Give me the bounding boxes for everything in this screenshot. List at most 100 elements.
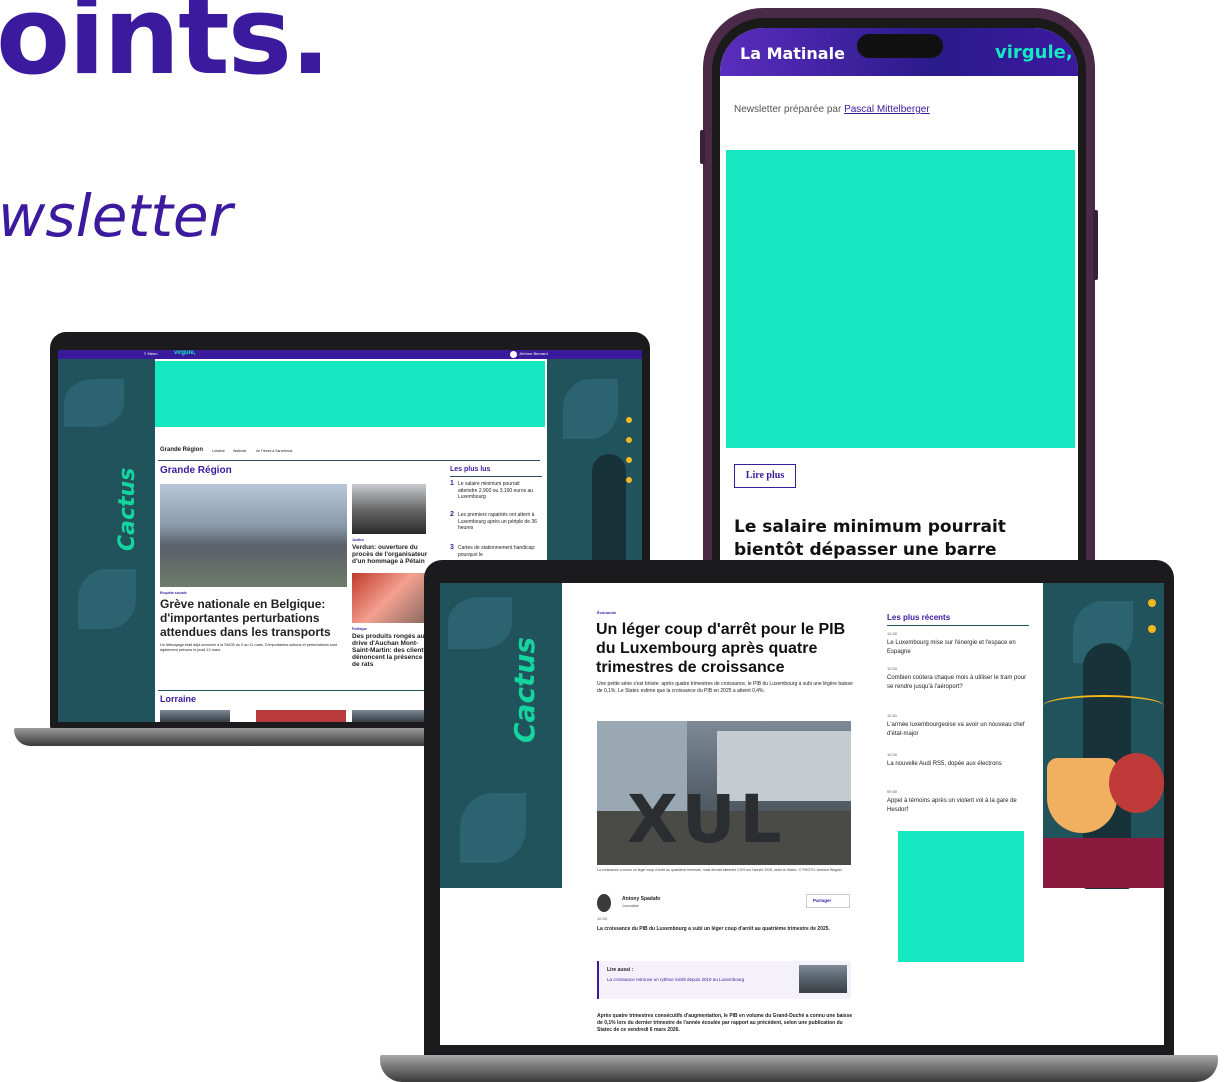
recent-time: 09:30 — [887, 789, 898, 794]
share-button[interactable]: Partager — [806, 894, 850, 908]
ad-placeholder — [155, 361, 545, 427]
side-story-title[interactable]: Verdun: ouverture du procès de l'organis… — [352, 544, 430, 565]
mountain-decoration — [1043, 838, 1164, 888]
menu-button[interactable]: ≡ Menu — [144, 351, 157, 356]
author-name[interactable]: Antony Spadafo — [622, 896, 660, 902]
side-story-category[interactable]: Justice — [352, 538, 364, 542]
article-title: Un léger coup d'arrêt pour le PIB du Lux… — [596, 621, 846, 676]
section-nav-title[interactable]: Grande Région — [160, 447, 203, 453]
article-category[interactable]: Économie — [597, 610, 616, 615]
lead-story-title[interactable]: Grève nationale en Belgique: d'important… — [160, 597, 345, 639]
yellow-dot — [1148, 625, 1156, 633]
yellow-dot — [626, 457, 632, 463]
recent-title: Les plus récents — [887, 613, 951, 622]
article-time: 10:34 — [597, 916, 608, 921]
story-thumbnail[interactable] — [256, 710, 346, 722]
leaf-decoration — [563, 379, 618, 439]
rank-number: 2 — [450, 511, 454, 518]
leaf-decoration — [78, 569, 136, 629]
recent-time: 11:30 — [887, 713, 897, 718]
recent-time: 12:30 — [887, 631, 898, 636]
read-more-button[interactable]: Lire plus — [734, 464, 796, 488]
divider — [887, 625, 1029, 626]
story-thumbnail[interactable] — [160, 710, 230, 722]
rank-number: 1 — [450, 480, 454, 487]
prepared-by: Newsletter préparée par Pascal Mittelber… — [734, 104, 930, 115]
story-thumbnail[interactable] — [352, 710, 426, 722]
prepared-by-label: Newsletter préparée par — [734, 104, 842, 115]
phone-side-button — [700, 130, 705, 164]
phone-screen: La Matinale virgule, Newsletter préparée… — [720, 28, 1078, 578]
leaf-decoration — [460, 793, 526, 863]
author-link[interactable]: Pascal Mittelberger — [844, 104, 930, 115]
recent-item[interactable]: L'armée luxembourgeoise va avoir un nouv… — [887, 721, 1029, 738]
side-story-image[interactable] — [352, 484, 426, 534]
hero-headline: oints. — [0, 0, 331, 99]
section-nav-link[interactable]: Lorraine — [212, 449, 225, 453]
virgule-logo[interactable]: virgule, — [174, 350, 195, 356]
yellow-dot — [626, 437, 632, 443]
wine-glass-decoration — [1047, 758, 1117, 833]
article-intro: La croissance du PIB du Luxembourg a sub… — [597, 926, 830, 932]
recent-item[interactable]: La nouvelle Audi RS5, dopée aux électron… — [887, 760, 1029, 769]
cactus-background-left: Cactus — [440, 583, 562, 888]
lead-story-summary: Un débrayage était déjà annoncé à la SNC… — [160, 643, 338, 652]
article-photo[interactable]: XUL — [597, 721, 851, 865]
leaf-decoration — [64, 379, 124, 427]
author-role: Journaliste — [622, 904, 639, 908]
most-read-item[interactable]: Cartes de stationnement handicap: pourqu… — [458, 545, 540, 558]
yellow-dot — [626, 417, 632, 423]
recent-time: 10:30 — [887, 752, 898, 757]
recent-time: 12:00 — [887, 666, 898, 671]
article-lede: Une petite série s'est brisée: après qua… — [597, 681, 853, 694]
most-read-item[interactable]: Les premiers rapatriés ont atterri à Lux… — [458, 512, 540, 532]
lead-story-image[interactable] — [160, 484, 347, 587]
grapes-decoration — [1109, 753, 1164, 813]
side-story-category[interactable]: Politique — [352, 627, 367, 631]
divider — [450, 476, 542, 477]
newsletter-header: La Matinale virgule, — [720, 28, 1078, 76]
cactus-logo: Cactus — [115, 467, 140, 551]
cactus-logo: Cactus — [508, 636, 541, 743]
yellow-dot — [626, 477, 632, 483]
recent-item[interactable]: Le Luxembourg mise sur l'énergie et l'es… — [887, 639, 1029, 656]
virgule-logo: virgule, — [995, 42, 1073, 63]
rank-number: 3 — [450, 544, 454, 551]
cactus-background-right — [1043, 583, 1164, 889]
camera-notch — [857, 34, 943, 58]
ad-placeholder — [898, 831, 1024, 962]
article-body: Après quatre trimestres consécutifs d'au… — [597, 1013, 853, 1033]
section-title: Grande Région — [160, 465, 232, 476]
read-also-box[interactable]: Lire aussi : La croissance retrouve un r… — [597, 961, 851, 999]
account-name[interactable]: Jérôme Bernard — [519, 351, 548, 356]
section-nav-link[interactable]: de Trèves à Sarrebruck — [256, 449, 292, 453]
section-nav-link[interactable]: Wallonie — [233, 449, 246, 453]
wavy-line — [1043, 695, 1164, 717]
read-also-link[interactable]: La croissance retrouve un rythme inédit … — [607, 977, 777, 983]
divider — [158, 460, 540, 461]
laptop-large-base — [380, 1055, 1218, 1082]
recent-item[interactable]: Combien coûtera chaque mois à utiliser l… — [887, 674, 1029, 691]
lead-story-category[interactable]: Enquête sociale — [160, 591, 187, 595]
avatar-icon[interactable] — [510, 351, 517, 358]
read-more-label: Lire plus — [745, 470, 785, 481]
photo-caption: La croissance a connu un léger coup d'ar… — [597, 868, 842, 872]
most-read-item[interactable]: Le salaire minimum pourrait atteindre 2.… — [458, 481, 540, 501]
hero-subheadline: wsletter — [0, 182, 233, 250]
newsletter-image-placeholder — [726, 150, 1075, 448]
author-avatar[interactable] — [597, 894, 611, 912]
read-also-label: Lire aussi : — [607, 967, 634, 973]
side-story-image[interactable] — [352, 573, 426, 623]
read-also-thumbnail[interactable] — [799, 965, 847, 993]
phone-side-button — [1093, 210, 1098, 280]
la-matinale-logo: La Matinale — [740, 44, 845, 63]
share-label: Partager — [813, 898, 832, 903]
laptop-large-screen: Cactus Économie Un léger coup d'arrêt po… — [440, 583, 1164, 1045]
sculpture-text: XUL — [627, 781, 786, 858]
section-title: Lorraine — [160, 694, 197, 704]
side-story-title[interactable]: Des produits rongés au drive d'Auchan Mo… — [352, 633, 430, 668]
leaf-decoration — [448, 597, 512, 649]
recent-item[interactable]: Appel à témoins après un violent vol à l… — [887, 797, 1029, 814]
yellow-dot — [1148, 599, 1156, 607]
most-read-title: Les plus lus — [450, 466, 491, 473]
